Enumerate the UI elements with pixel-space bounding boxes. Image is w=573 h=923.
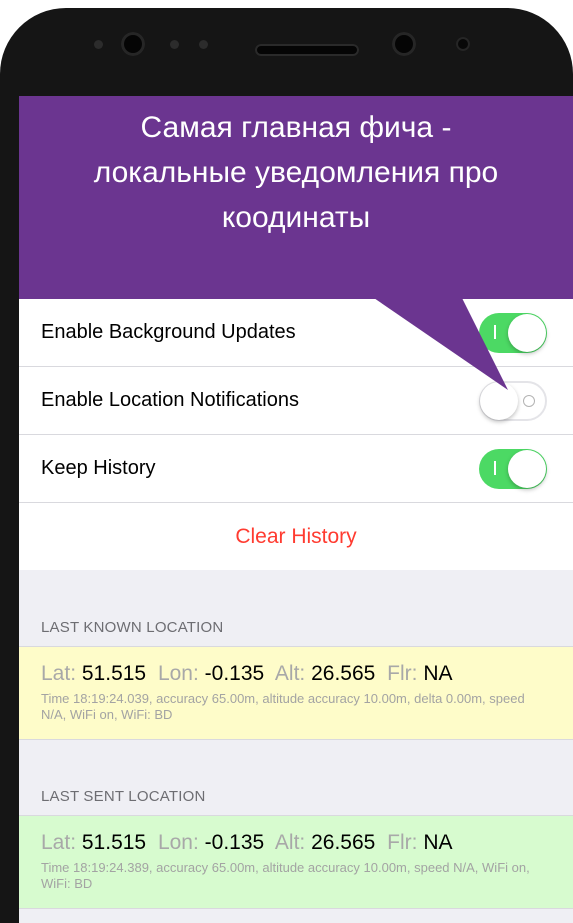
lat-value: 51.515	[81, 831, 147, 854]
lon-key: Lon:	[157, 831, 199, 854]
flr-key: Flr:	[387, 662, 418, 685]
flr-value: NA	[423, 662, 453, 685]
flr-value: NA	[423, 831, 453, 854]
lat-key: Lat:	[41, 662, 77, 685]
ambient-sensor-icon	[456, 37, 470, 51]
lon-key: Lon:	[157, 662, 199, 685]
last-known-location-card[interactable]: Lat: 51.515 Lon: -0.135 Alt: 26.565 Flr:…	[19, 646, 573, 740]
alt-value: 26.565	[311, 831, 376, 854]
coordinates-line: Lat: 51.515 Lon: -0.135 Alt: 26.565 Flr:…	[41, 661, 551, 687]
bottom-separator	[19, 909, 573, 923]
front-camera-icon	[121, 32, 145, 56]
app-screen: Самая главная фича - локальные уведомлен…	[19, 96, 573, 923]
clear-history-button[interactable]: Clear History	[19, 503, 573, 570]
alt-key: Alt:	[274, 662, 306, 685]
lat-key: Lat:	[41, 831, 77, 854]
location-detail: Time 18:19:24.039, accuracy 65.00m, alti…	[41, 691, 525, 722]
lat-value: 51.515	[81, 662, 147, 685]
banner-pointer-arrow	[371, 296, 508, 390]
coordinates-line: Lat: 51.515 Lon: -0.135 Alt: 26.565 Flr:…	[41, 830, 551, 856]
sensor-dot-icon	[94, 40, 103, 49]
flr-key: Flr:	[387, 831, 418, 854]
sensor-dot-icon	[199, 40, 208, 49]
device-frame: Самая главная фича - локальные уведомлен…	[0, 0, 573, 923]
last-known-location-header: LAST KNOWN LOCATION	[41, 619, 224, 636]
lon-value: -0.135	[204, 662, 265, 685]
last-sent-location-header: LAST SENT LOCATION	[41, 788, 206, 805]
earpiece-speaker	[255, 44, 359, 56]
lon-value: -0.135	[204, 831, 265, 854]
alt-value: 26.565	[311, 662, 376, 685]
last-sent-location-card[interactable]: Lat: 51.515 Lon: -0.135 Alt: 26.565 Flr:…	[19, 815, 573, 909]
location-detail: Time 18:19:24.389, accuracy 65.00m, alti…	[41, 860, 530, 891]
sensor-dot-icon	[170, 40, 179, 49]
proximity-sensor-icon	[392, 32, 416, 56]
alt-key: Alt:	[274, 831, 306, 854]
